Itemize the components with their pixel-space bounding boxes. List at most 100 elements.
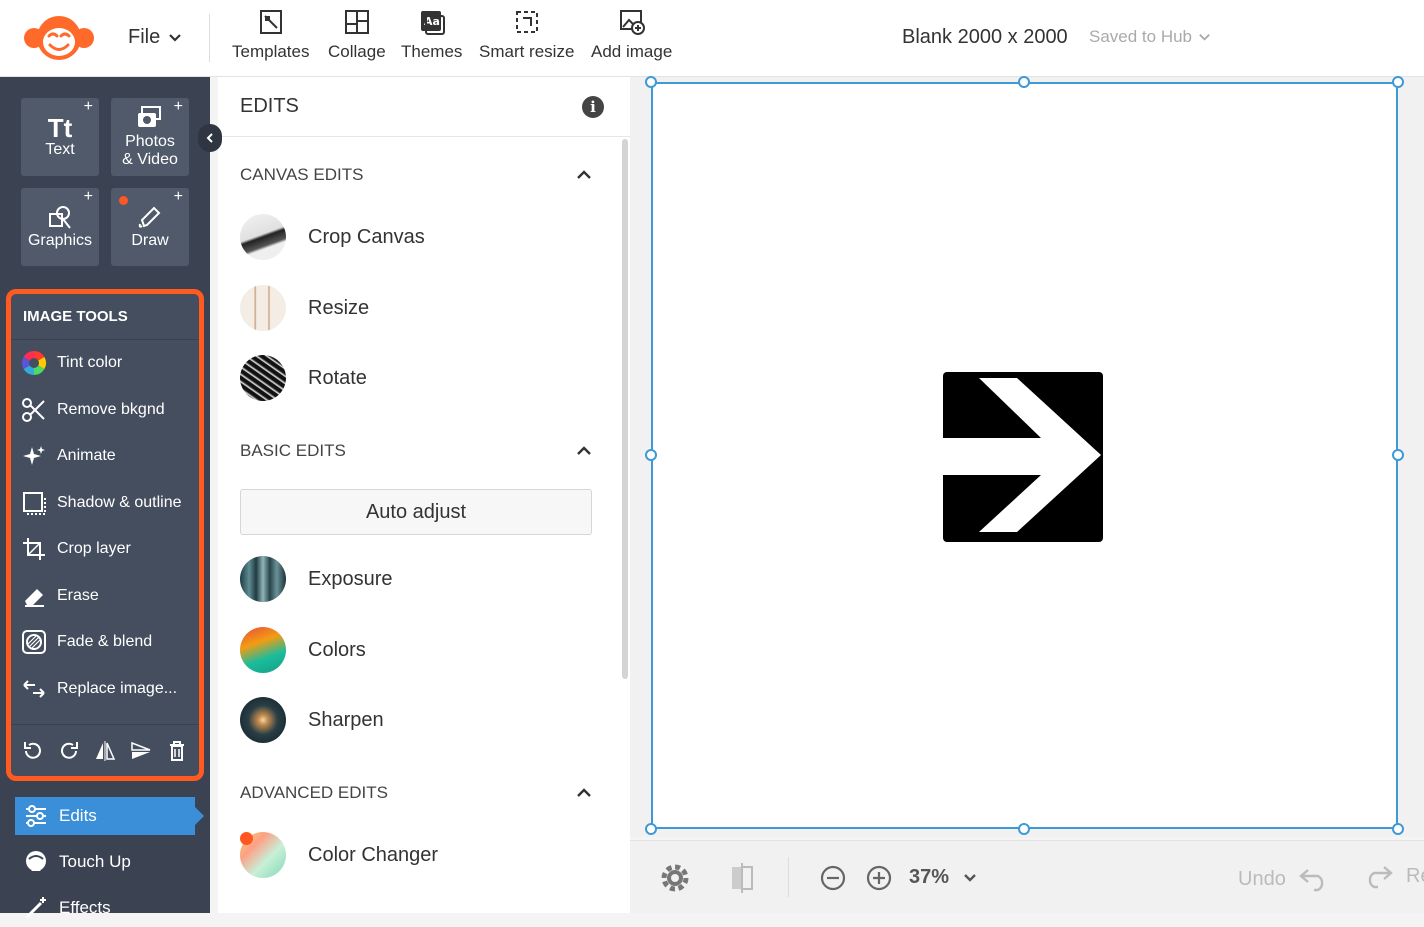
auto-adjust-button[interactable]: Auto adjust — [240, 489, 592, 535]
camera-icon — [138, 106, 161, 127]
resize-handle-top[interactable] — [1018, 76, 1030, 88]
replace-image-label: Replace image... — [57, 679, 178, 697]
colors-item[interactable]: Colors — [240, 627, 592, 673]
canvas-edits-heading: CANVAS EDITS — [240, 165, 364, 184]
collapse-panel-button[interactable] — [198, 124, 222, 152]
text-glyph-icon: Tt — [47, 113, 73, 143]
resize-handle-right[interactable] — [1392, 449, 1404, 461]
collage-label: Collage — [328, 42, 386, 61]
zoom-level: 37% — [909, 866, 950, 888]
rotate-thumbnail — [240, 355, 286, 401]
resize-handle-left[interactable] — [645, 449, 657, 461]
scissors-icon — [22, 397, 45, 422]
crop-canvas-label: Crop Canvas — [308, 225, 425, 248]
redo-arrow-icon — [1368, 866, 1393, 889]
rotate-label: Rotate — [308, 366, 367, 389]
smart-resize-label: Smart resize — [479, 42, 575, 61]
add-image-label: Add image — [591, 42, 673, 61]
flip-vertical-icon[interactable] — [129, 739, 153, 763]
magic-wand-icon — [25, 897, 46, 919]
rotate-left-icon[interactable] — [21, 739, 45, 763]
file-menu[interactable]: File — [128, 26, 182, 49]
layer-actions-bar — [11, 724, 199, 776]
smart-resize-button[interactable]: Smart resize — [479, 8, 574, 62]
resize-handle-bottom[interactable] — [1018, 823, 1030, 835]
undo-arrow-icon — [1298, 869, 1324, 892]
plus-icon: + — [173, 188, 183, 205]
monkey-logo-icon[interactable] — [22, 14, 96, 62]
panel-scrollbar[interactable] — [622, 139, 628, 679]
resize-handle-top-left[interactable] — [645, 76, 657, 88]
resize-handle-top-right[interactable] — [1392, 76, 1404, 88]
trash-icon[interactable] — [165, 739, 189, 763]
header-divider — [209, 14, 210, 62]
zoom-out-icon[interactable] — [818, 863, 848, 893]
redo-button[interactable]: Re — [1362, 863, 1424, 889]
add-image-button[interactable]: Add image — [591, 8, 672, 62]
canvas-edits-header[interactable]: CANVAS EDITS — [240, 165, 592, 185]
basic-edits-header[interactable]: BASIC EDITS — [240, 441, 592, 461]
chevron-up-icon — [577, 788, 591, 797]
photos-video-tile[interactable]: + Photos & Video — [111, 98, 189, 176]
collage-button[interactable]: Collage — [328, 8, 386, 62]
arrow-graphic-layer[interactable] — [943, 372, 1103, 542]
sharpen-thumbnail — [240, 697, 286, 743]
graphics-tile[interactable]: + Graphics — [21, 188, 99, 266]
exposure-thumbnail — [240, 556, 286, 602]
color-changer-item[interactable]: Color Changer — [240, 832, 592, 878]
draw-label: Draw — [131, 232, 169, 249]
chevron-left-icon — [206, 133, 213, 143]
basic-edits-heading: BASIC EDITS — [240, 441, 346, 460]
tint-color-label: Tint color — [57, 354, 123, 372]
resize-handle-bottom-right[interactable] — [1392, 823, 1404, 835]
nav-edits-label: Edits — [59, 806, 97, 825]
notification-dot — [119, 196, 128, 205]
remove-background-label: Remove bkgnd — [57, 400, 165, 418]
nav-touch-up-label: Touch Up — [59, 852, 131, 871]
eraser-icon — [25, 588, 44, 607]
plus-icon: + — [173, 98, 183, 115]
replace-image-item[interactable]: Replace image... — [11, 666, 199, 713]
document-title[interactable]: Blank 2000 x 2000 — [902, 26, 1068, 49]
animate-item[interactable]: Animate — [11, 433, 199, 480]
face-icon — [26, 851, 46, 871]
rotate-item[interactable]: Rotate — [240, 355, 592, 401]
crop-layer-item[interactable]: Crop layer — [11, 526, 199, 573]
exposure-item[interactable]: Exposure — [240, 556, 592, 602]
animate-label: Animate — [57, 447, 116, 465]
rotate-right-icon[interactable] — [57, 739, 81, 763]
resize-handle-bottom-left[interactable] — [645, 823, 657, 835]
chevron-down-icon — [169, 33, 182, 42]
image-tools-panel: IMAGE TOOLS Tint color Remove bkgnd Anim… — [6, 289, 204, 781]
compare-icon[interactable] — [726, 861, 760, 895]
nav-edits[interactable]: Edits — [15, 797, 204, 835]
erase-item[interactable]: Erase — [11, 573, 199, 620]
remove-background-item[interactable]: Remove bkgnd — [11, 387, 199, 434]
themes-button[interactable]: Aa Themes — [401, 8, 462, 62]
advanced-edits-header[interactable]: ADVANCED EDITS — [240, 783, 592, 803]
draw-tile[interactable]: + Draw — [111, 188, 189, 266]
templates-button[interactable]: Templates — [232, 8, 309, 62]
resize-item[interactable]: Resize — [240, 285, 592, 331]
fade-blend-item[interactable]: Fade & blend — [11, 619, 199, 666]
shadow-outline-label: Shadow & outline — [57, 493, 182, 511]
bottom-divider — [788, 857, 789, 897]
zoom-in-icon[interactable] — [864, 863, 894, 893]
templates-icon — [259, 10, 282, 34]
nav-effects[interactable]: Effects — [15, 889, 195, 927]
text-tile[interactable]: + Tt Text — [21, 98, 99, 176]
info-icon[interactable]: i — [582, 95, 604, 118]
zoom-dropdown[interactable]: 37% — [909, 866, 977, 889]
nav-touch-up[interactable]: Touch Up — [15, 843, 195, 881]
top-bar: File Templates Collage Aa Themes Smart r… — [0, 0, 1424, 77]
collage-icon — [344, 10, 369, 34]
tint-color-item[interactable]: Tint color — [11, 340, 199, 387]
gear-icon[interactable] — [658, 861, 692, 895]
sharpen-item[interactable]: Sharpen — [240, 697, 592, 743]
shadow-outline-item[interactable]: Shadow & outline — [11, 480, 199, 527]
saved-to-hub-dropdown[interactable]: Saved to Hub — [1089, 27, 1211, 47]
undo-button[interactable]: Undo — [1238, 866, 1330, 892]
crop-canvas-item[interactable]: Crop Canvas — [240, 214, 592, 260]
flip-horizontal-icon[interactable] — [93, 739, 117, 763]
edits-panel: EDITS i CANVAS EDITS Crop Canvas Resize … — [218, 77, 630, 913]
